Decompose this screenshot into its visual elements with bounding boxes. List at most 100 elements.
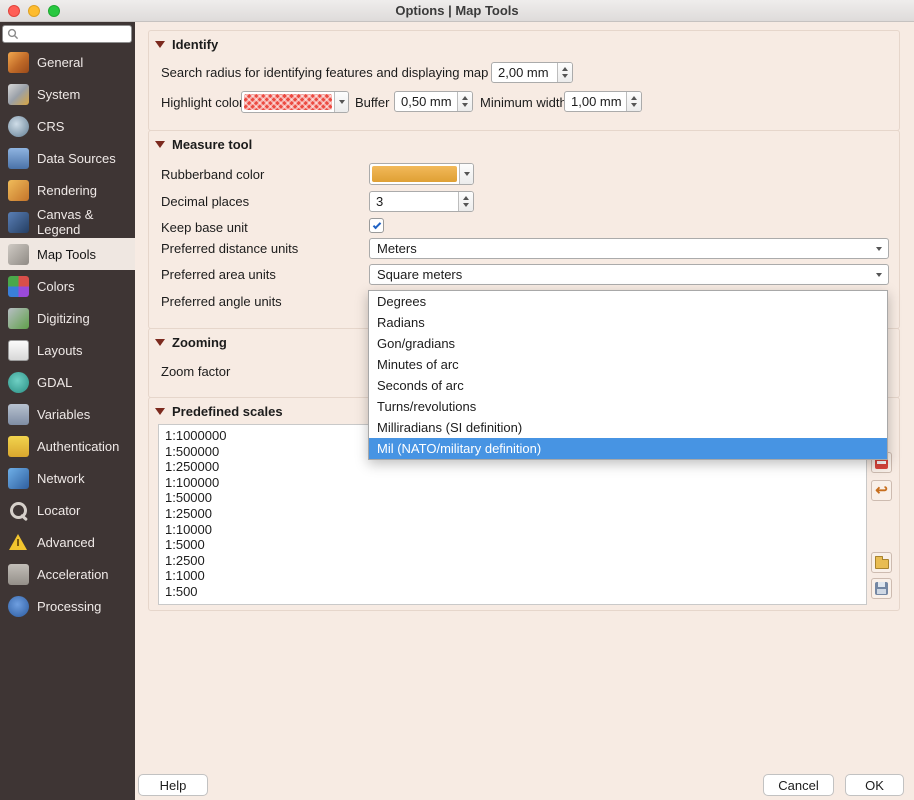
cancel-button[interactable]: Cancel bbox=[763, 774, 834, 796]
collapse-arrow-icon[interactable] bbox=[155, 141, 165, 148]
dropdown-option[interactable]: Degrees bbox=[369, 291, 887, 312]
sidebar-item-layouts[interactable]: Layouts bbox=[0, 334, 135, 366]
spin-up-icon bbox=[631, 96, 637, 100]
options-window: Options | Map Tools General System CRS D… bbox=[0, 0, 914, 800]
sidebar-item-label: Network bbox=[37, 471, 85, 486]
scale-item[interactable]: 1:50000 bbox=[165, 490, 860, 506]
spinner-buttons[interactable] bbox=[626, 92, 641, 111]
sidebar-search[interactable] bbox=[2, 25, 132, 43]
spin-up-icon bbox=[462, 96, 468, 100]
distance-units-label: Preferred distance units bbox=[161, 241, 298, 256]
collapse-arrow-icon[interactable] bbox=[155, 408, 165, 415]
sidebar-item-general[interactable]: General bbox=[0, 46, 135, 78]
section-title: Predefined scales bbox=[172, 404, 283, 419]
dropdown-option[interactable]: Milliradians (SI definition) bbox=[369, 417, 887, 438]
spinner-buttons[interactable] bbox=[457, 92, 472, 111]
spinner-buttons[interactable] bbox=[458, 192, 473, 211]
collapse-arrow-icon[interactable] bbox=[155, 339, 165, 346]
scales-section-header[interactable]: Predefined scales bbox=[155, 404, 283, 419]
system-icon bbox=[8, 84, 29, 105]
search-radius-spinbox[interactable]: 2,00 mm bbox=[491, 62, 573, 83]
import-scales-button[interactable] bbox=[871, 552, 892, 573]
sidebar-item-label: Map Tools bbox=[37, 247, 96, 262]
paintbrush-icon bbox=[8, 180, 29, 201]
sidebar-item-authentication[interactable]: Authentication bbox=[0, 430, 135, 462]
sidebar-item-label: Data Sources bbox=[37, 151, 116, 166]
scale-item[interactable]: 1:2500 bbox=[165, 553, 860, 569]
folder-icon bbox=[875, 559, 889, 569]
chevron-down-icon bbox=[870, 273, 888, 277]
sidebar-item-label: Digitizing bbox=[37, 311, 90, 326]
decimal-places-spinbox[interactable]: 3 bbox=[369, 191, 474, 212]
sidebar-item-network[interactable]: Network bbox=[0, 462, 135, 494]
combo-value: Meters bbox=[370, 241, 870, 256]
chevron-down-icon bbox=[339, 100, 345, 104]
spin-up-icon bbox=[463, 196, 469, 200]
minimum-width-spinbox[interactable]: 1,00 mm bbox=[564, 91, 642, 112]
sidebar-item-variables[interactable]: Variables bbox=[0, 398, 135, 430]
dropdown-option[interactable]: Gon/gradians bbox=[369, 333, 887, 354]
map-tools-icon bbox=[8, 244, 29, 265]
sidebar-item-data-sources[interactable]: Data Sources bbox=[0, 142, 135, 174]
sidebar-item-label: Layouts bbox=[37, 343, 83, 358]
dropdown-option[interactable]: Minutes of arc bbox=[369, 354, 887, 375]
buffer-label: Buffer bbox=[355, 95, 389, 110]
sidebar-item-acceleration[interactable]: Acceleration bbox=[0, 558, 135, 590]
general-icon bbox=[8, 52, 29, 73]
zooming-section-header[interactable]: Zooming bbox=[155, 335, 227, 350]
identify-section-header[interactable]: Identify bbox=[155, 37, 218, 52]
sidebar-item-locator[interactable]: Locator bbox=[0, 494, 135, 526]
sidebar-item-rendering[interactable]: Rendering bbox=[0, 174, 135, 206]
scale-item[interactable]: 1:5000 bbox=[165, 537, 860, 553]
spin-up-icon bbox=[562, 67, 568, 71]
spinbox-value: 2,00 mm bbox=[492, 63, 557, 82]
sidebar-item-colors[interactable]: Colors bbox=[0, 270, 135, 302]
sidebar-item-processing[interactable]: Processing bbox=[0, 590, 135, 622]
area-units-combo[interactable]: Square meters bbox=[369, 264, 889, 285]
highlight-color-swatch[interactable] bbox=[241, 91, 349, 113]
swatch-dropdown-arrow[interactable] bbox=[334, 92, 348, 112]
sidebar-item-map-tools[interactable]: Map Tools bbox=[0, 238, 135, 270]
keep-base-unit-checkbox[interactable] bbox=[369, 218, 384, 233]
scale-item[interactable]: 1:100000 bbox=[165, 475, 860, 491]
scale-item[interactable]: 1:10000 bbox=[165, 522, 860, 538]
sidebar-item-label: System bbox=[37, 87, 80, 102]
distance-units-combo[interactable]: Meters bbox=[369, 238, 889, 259]
lock-icon bbox=[8, 436, 29, 457]
window-title: Options | Map Tools bbox=[0, 3, 914, 18]
dropdown-option[interactable]: Turns/revolutions bbox=[369, 396, 887, 417]
buffer-spinbox[interactable]: 0,50 mm bbox=[394, 91, 473, 112]
swatch-dropdown-arrow[interactable] bbox=[459, 164, 473, 184]
ok-button[interactable]: OK bbox=[845, 774, 904, 796]
sidebar-item-digitizing[interactable]: Digitizing bbox=[0, 302, 135, 334]
sidebar-item-crs[interactable]: CRS bbox=[0, 110, 135, 142]
scale-item[interactable]: 1:1000 bbox=[165, 568, 860, 584]
dropdown-option[interactable]: Seconds of arc bbox=[369, 375, 887, 396]
sidebar-item-label: General bbox=[37, 55, 83, 70]
zoom-factor-label: Zoom factor bbox=[161, 364, 230, 379]
scale-item[interactable]: 1:500 bbox=[165, 584, 860, 600]
restore-defaults-button[interactable]: ↩ bbox=[871, 480, 892, 501]
sidebar-item-advanced[interactable]: Advanced bbox=[0, 526, 135, 558]
sidebar-item-label: Variables bbox=[37, 407, 90, 422]
sidebar-item-label: GDAL bbox=[37, 375, 72, 390]
processing-gear-icon bbox=[8, 596, 29, 617]
help-button[interactable]: Help bbox=[138, 774, 208, 796]
sidebar-item-canvas-legend[interactable]: Canvas & Legend bbox=[0, 206, 135, 238]
spinbox-value: 3 bbox=[370, 192, 458, 211]
collapse-arrow-icon[interactable] bbox=[155, 41, 165, 48]
sidebar-item-system[interactable]: System bbox=[0, 78, 135, 110]
area-units-label: Preferred area units bbox=[161, 267, 276, 282]
sidebar-item-label: Locator bbox=[37, 503, 80, 518]
export-scales-button[interactable] bbox=[871, 578, 892, 599]
measure-section-header[interactable]: Measure tool bbox=[155, 137, 252, 152]
scale-item[interactable]: 1:25000 bbox=[165, 506, 860, 522]
dropdown-option[interactable]: Radians bbox=[369, 312, 887, 333]
dropdown-option-highlighted[interactable]: Mil (NATO/military definition) bbox=[369, 438, 887, 459]
layouts-icon bbox=[8, 340, 29, 361]
search-input[interactable] bbox=[22, 27, 122, 41]
sidebar-item-gdal[interactable]: GDAL bbox=[0, 366, 135, 398]
scale-item[interactable]: 1:250000 bbox=[165, 459, 860, 475]
rubberband-color-swatch[interactable] bbox=[369, 163, 474, 185]
spinner-buttons[interactable] bbox=[557, 63, 572, 82]
